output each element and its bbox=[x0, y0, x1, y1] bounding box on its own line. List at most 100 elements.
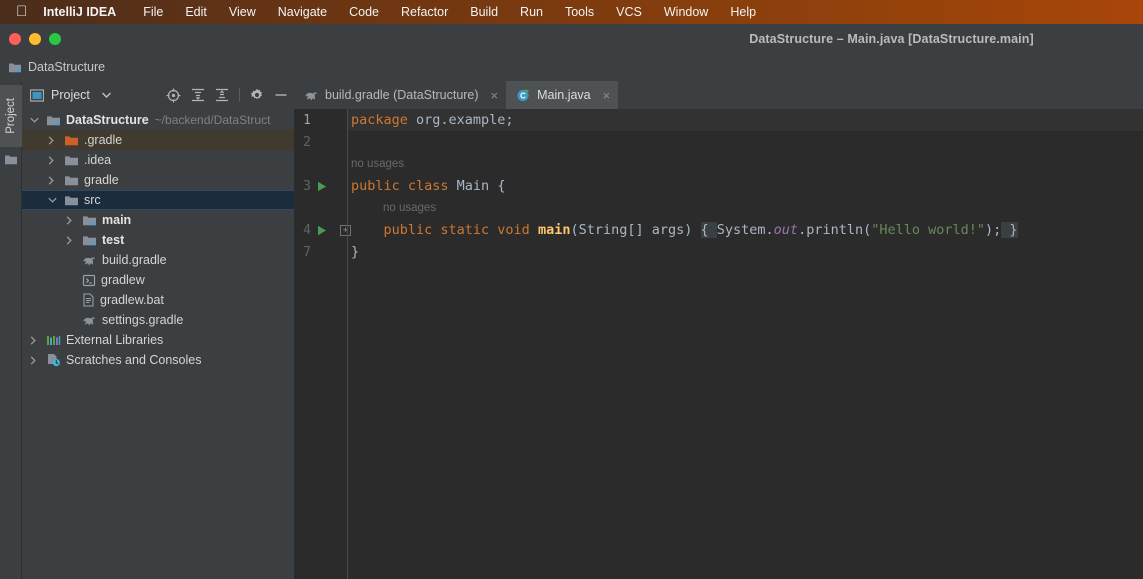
menu-item-view[interactable]: View bbox=[218, 0, 267, 24]
inlay-hint-no-usages[interactable]: no usages bbox=[348, 197, 1143, 219]
tree-item-gradle[interactable]: gradle bbox=[22, 170, 294, 190]
tree-item-label: External Libraries bbox=[66, 333, 164, 347]
breadcrumb: DataStructure bbox=[0, 53, 1143, 81]
close-icon[interactable]: × bbox=[603, 88, 611, 103]
code-token: org.example; bbox=[416, 112, 514, 128]
tree-item-label: gradlew.bat bbox=[100, 293, 164, 307]
tree-item-gradlew[interactable]: gradlew bbox=[22, 270, 294, 290]
chevron-right-icon[interactable] bbox=[30, 355, 41, 365]
code-token: "Hello world!" bbox=[871, 222, 986, 238]
scratches-icon bbox=[46, 353, 61, 367]
chevron-down-icon[interactable] bbox=[30, 117, 41, 123]
tree-item-label: main bbox=[102, 213, 132, 227]
code-token: .println( bbox=[798, 222, 872, 238]
menu-item-window[interactable]: Window bbox=[653, 0, 719, 24]
sidebar-tab-project[interactable]: Project bbox=[0, 85, 22, 147]
project-tree[interactable]: DataStructure ~/backend/DataStruct .gradle… bbox=[22, 109, 294, 579]
apple-logo-icon[interactable]:  bbox=[10, 4, 39, 21]
tree-item-label: Scratches and Consoles bbox=[66, 353, 202, 367]
editor-tab-label: Main.java bbox=[537, 88, 591, 102]
collapse-all-icon[interactable] bbox=[215, 88, 229, 102]
chevron-right-icon[interactable] bbox=[66, 235, 77, 245]
chevron-right-icon[interactable] bbox=[48, 175, 59, 185]
code-editor[interactable]: 1 2 3 4 +7 package org.example; no usages publ… bbox=[294, 109, 1143, 579]
tree-item--idea[interactable]: .idea bbox=[22, 150, 294, 170]
minimize-icon[interactable] bbox=[274, 88, 288, 102]
libraries-icon bbox=[46, 334, 61, 347]
tree-item-label: DataStructure bbox=[66, 113, 149, 127]
module-folder-icon bbox=[82, 214, 97, 227]
code-content[interactable]: package org.example; no usages public clas… bbox=[348, 109, 1143, 579]
expand-all-icon[interactable] bbox=[191, 88, 205, 102]
bat-script-icon bbox=[82, 293, 95, 307]
toolbar-divider bbox=[239, 88, 240, 102]
tree-item-build-gradle[interactable]: build.gradle bbox=[22, 250, 294, 270]
menu-item-vcs[interactable]: VCS bbox=[605, 0, 653, 24]
menu-item-file[interactable]: File bbox=[132, 0, 174, 24]
gutter-line bbox=[294, 197, 348, 219]
menu-item-edit[interactable]: Edit bbox=[174, 0, 218, 24]
locate-icon[interactable] bbox=[166, 88, 181, 103]
editor-gutter[interactable]: 1 2 3 4 + 7 bbox=[294, 109, 351, 579]
code-line[interactable]: package org.example; bbox=[348, 109, 1143, 131]
menu-item-help[interactable]: Help bbox=[719, 0, 767, 24]
code-token: System. bbox=[716, 222, 774, 238]
editor-tab-build-gradle[interactable]: build.gradle (DataStructure) × bbox=[294, 81, 506, 109]
close-icon[interactable]: × bbox=[491, 88, 499, 103]
project-view-icon bbox=[30, 88, 44, 102]
gutter-line bbox=[294, 153, 348, 175]
chevron-down-icon[interactable] bbox=[101, 92, 111, 98]
chevron-right-icon[interactable] bbox=[66, 215, 77, 225]
shell-script-icon bbox=[82, 274, 96, 287]
code-line[interactable]: public class Main { bbox=[348, 175, 1143, 197]
tree-item-datastructure[interactable]: DataStructure ~/backend/DataStruct bbox=[22, 110, 294, 130]
tree-item-label: settings.gradle bbox=[102, 313, 184, 327]
gear-icon[interactable] bbox=[250, 88, 264, 102]
menu-item-run[interactable]: Run bbox=[509, 0, 554, 24]
code-line[interactable]: public static void main(String[] args) {… bbox=[348, 219, 1143, 241]
menu-item-code[interactable]: Code bbox=[338, 0, 390, 24]
tree-item-main[interactable]: main bbox=[22, 210, 294, 230]
tree-item-scratches-and-consoles[interactable]: Scratches and Consoles bbox=[22, 350, 294, 370]
tree-item-test[interactable]: test bbox=[22, 230, 294, 250]
tree-item-label: src bbox=[84, 193, 101, 207]
menu-item-build[interactable]: Build bbox=[459, 0, 509, 24]
breadcrumb-label[interactable]: DataStructure bbox=[28, 60, 105, 74]
tree-item-label: .gradle bbox=[84, 133, 123, 147]
module-folder-icon bbox=[8, 61, 22, 74]
chevron-right-icon[interactable] bbox=[30, 335, 41, 345]
run-gutter-icon[interactable] bbox=[317, 225, 327, 236]
project-panel-title[interactable]: Project bbox=[51, 88, 90, 102]
tree-item-settings-gradle[interactable]: settings.gradle bbox=[22, 310, 294, 330]
tree-item-external-libraries[interactable]: External Libraries bbox=[22, 330, 294, 350]
menu-item-navigate[interactable]: Navigate bbox=[267, 0, 338, 24]
menu-item-refactor[interactable]: Refactor bbox=[390, 0, 459, 24]
tree-item-label: .idea bbox=[84, 153, 112, 167]
inlay-hint-no-usages[interactable]: no usages bbox=[348, 153, 1143, 175]
line-number: 2 bbox=[303, 134, 311, 150]
folder-icon bbox=[64, 154, 79, 167]
editor-tab-label: build.gradle (DataStructure) bbox=[325, 88, 479, 102]
run-gutter-icon[interactable] bbox=[317, 181, 327, 192]
menu-item-tools[interactable]: Tools bbox=[554, 0, 605, 24]
line-number: 1 bbox=[303, 112, 311, 128]
code-line[interactable] bbox=[348, 131, 1143, 153]
gradle-elephant-icon bbox=[304, 89, 319, 102]
tree-item-src[interactable]: src bbox=[22, 190, 294, 210]
tree-item-gradlew-bat[interactable]: gradlew.bat bbox=[22, 290, 294, 310]
chevron-right-icon[interactable] bbox=[48, 155, 59, 165]
module-folder-icon bbox=[46, 114, 61, 127]
code-token: out bbox=[773, 222, 799, 238]
code-token: } bbox=[351, 244, 360, 260]
code-line[interactable]: } bbox=[348, 241, 1143, 263]
code-token: public class bbox=[351, 178, 457, 194]
project-panel: Project DataStructure ~/backend/DataStru… bbox=[22, 81, 294, 579]
editor-tab-bar: build.gradle (DataStructure) × C Main.ja… bbox=[294, 81, 1143, 109]
menu-app-name[interactable]: IntelliJ IDEA bbox=[39, 0, 132, 24]
chevron-down-icon[interactable] bbox=[48, 197, 59, 203]
tree-item--gradle[interactable]: .gradle bbox=[22, 130, 294, 150]
chevron-right-icon[interactable] bbox=[48, 135, 59, 145]
editor-tab-main-java[interactable]: C Main.java × bbox=[506, 81, 619, 109]
tree-item-path: ~/backend/DataStruct bbox=[154, 113, 271, 127]
folder-icon[interactable] bbox=[4, 153, 18, 166]
